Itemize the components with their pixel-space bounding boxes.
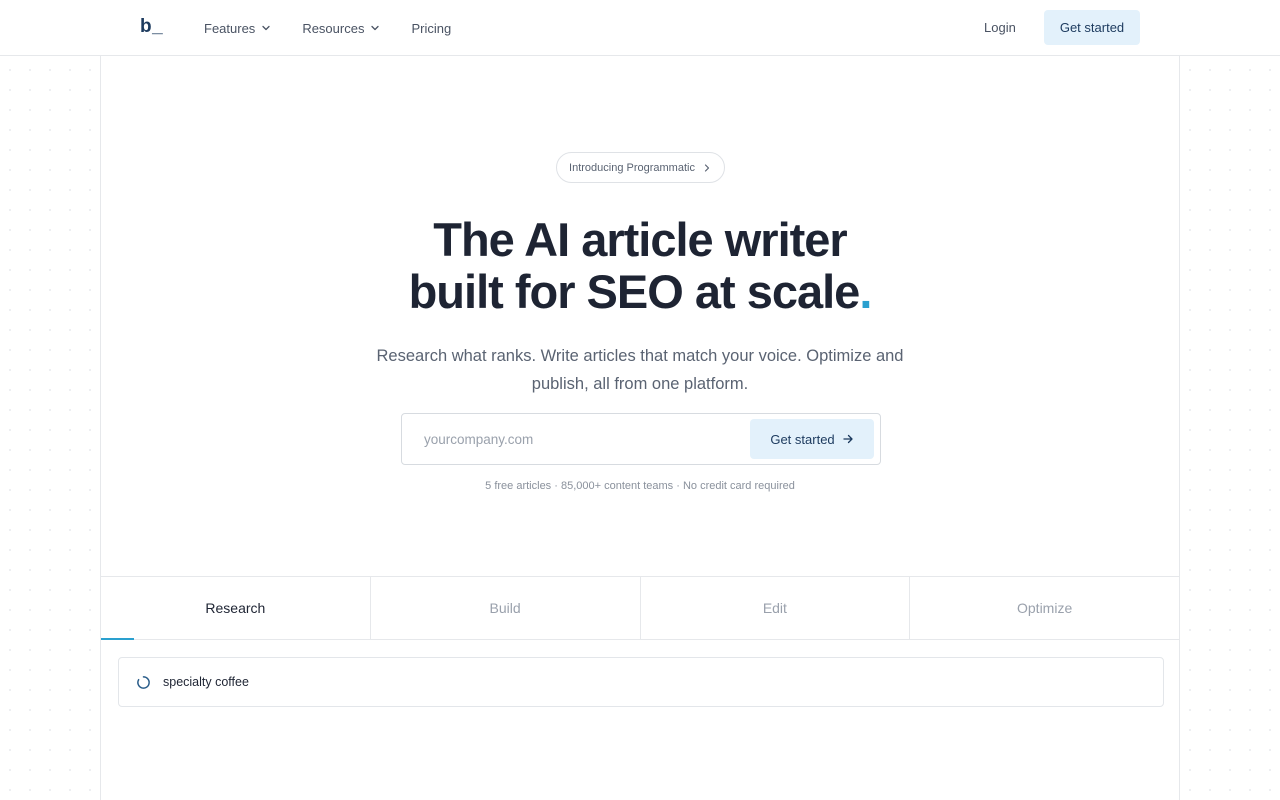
tab-edit[interactable]: Edit [641, 577, 911, 639]
nav-resources[interactable]: Resources [302, 21, 381, 36]
tab-research[interactable]: Research [101, 577, 371, 640]
headline-accent-dot: . [859, 265, 872, 318]
nav-pricing[interactable]: Pricing [411, 21, 451, 36]
loading-spinner-icon [137, 675, 150, 689]
domain-input[interactable] [414, 424, 734, 454]
chevron-down-icon [371, 25, 380, 31]
nav-features[interactable]: Features [204, 21, 272, 36]
hero-get-started-label: Get started [770, 431, 835, 447]
nav-resources-label: Resources [302, 20, 365, 36]
nav-pricing-label: Pricing [411, 20, 452, 36]
research-query-text: specialty coffee [163, 675, 249, 689]
header-get-started-button[interactable]: Get started [1044, 10, 1140, 45]
login-link[interactable]: Login [984, 20, 1016, 35]
tab-research-label: Research [205, 600, 266, 616]
headline-line-1: The AI article writer [433, 213, 847, 266]
chevron-right-icon [704, 163, 710, 172]
feature-tabs: Research Build Edit Optimize [101, 576, 1179, 640]
tab-optimize-label: Optimize [1017, 600, 1073, 616]
fine-print: 5 free articles · 85,000+ content teams … [485, 480, 795, 492]
research-query-card: specialty coffee [118, 657, 1164, 707]
tab-build[interactable]: Build [371, 577, 641, 639]
hero-subtext: Research what ranks. Write articles that… [376, 347, 904, 393]
nav-features-label: Features [204, 20, 256, 36]
chevron-down-icon [262, 25, 270, 31]
announcement-badge-label: Introducing Programmatic [569, 161, 695, 174]
headline-line-2: built for SEO at scale [408, 265, 861, 318]
tab-optimize[interactable]: Optimize [910, 577, 1179, 639]
tab-edit-label: Edit [762, 600, 787, 616]
announcement-badge[interactable]: Introducing Programmatic [556, 152, 725, 183]
arrow-right-icon [843, 434, 853, 444]
logo[interactable]: b_ [140, 16, 163, 38]
hero-headline: The AI article writer built for SEO at s… [101, 214, 1179, 318]
hero-section: Introducing Programmatic The AI article … [100, 56, 1180, 800]
hero-get-started-button[interactable]: Get started [750, 419, 874, 459]
tab-build-label: Build [489, 600, 521, 616]
site-header: b_ Features Resources Pricing Login Get … [0, 0, 1280, 56]
main-nav: Features Resources Pricing [204, 0, 481, 56]
signup-form: Get started [401, 413, 881, 465]
